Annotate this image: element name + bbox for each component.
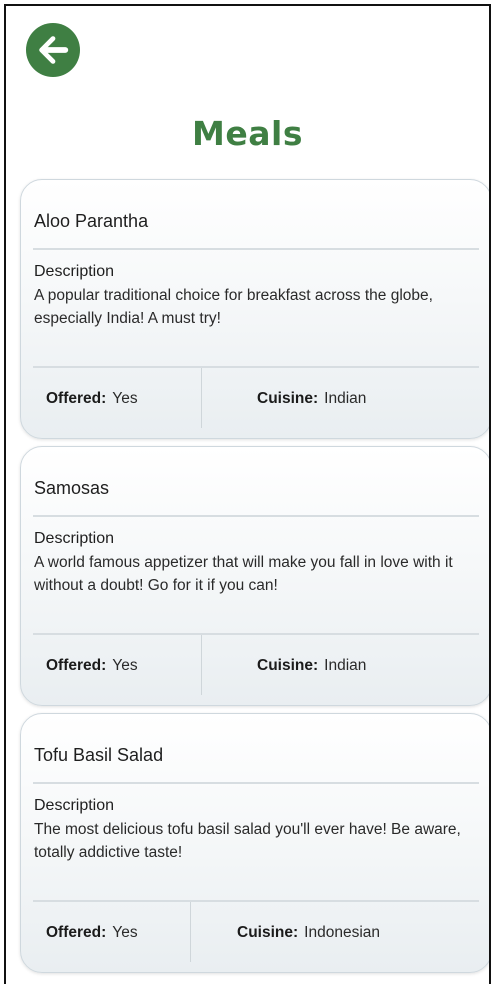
cuisine-label: Cuisine: <box>237 924 299 941</box>
description-text: A popular traditional choice for breakfa… <box>34 287 433 327</box>
footer-divider <box>190 902 191 962</box>
arrow-left-icon <box>39 36 69 64</box>
description-text: A world famous appetizer that will make … <box>34 554 453 594</box>
offered-value: Yes <box>112 924 138 941</box>
description-label: Description <box>34 530 115 547</box>
offered-info: Offered: Yes <box>46 390 138 408</box>
footer-divider <box>201 635 202 695</box>
offered-value: Yes <box>112 657 138 674</box>
meal-name: Tofu Basil Salad <box>34 745 164 765</box>
divider <box>33 515 479 517</box>
app-screen: Meals Aloo Parantha Description A popula… <box>4 4 491 984</box>
meal-name: Samosas <box>34 478 110 498</box>
page-title: Meals <box>192 114 303 153</box>
cuisine-info: Cuisine: Indonesian <box>237 924 380 942</box>
cuisine-label: Cuisine: <box>257 390 319 407</box>
divider <box>33 900 479 902</box>
cuisine-label: Cuisine: <box>257 657 319 674</box>
back-button[interactable] <box>26 23 80 77</box>
offered-info: Offered: Yes <box>46 924 138 942</box>
cuisine-value: Indian <box>324 390 367 407</box>
meal-card[interactable]: Samosas Description A world famous appet… <box>20 446 489 706</box>
cuisine-value: Indonesian <box>304 924 380 941</box>
description-label: Description <box>34 263 115 280</box>
offered-label: Offered: <box>46 657 107 674</box>
meal-card[interactable]: Aloo Parantha Description A popular trad… <box>20 179 489 439</box>
offered-info: Offered: Yes <box>46 657 138 675</box>
cuisine-info: Cuisine: Indian <box>257 657 366 675</box>
divider <box>33 782 479 784</box>
divider <box>33 248 479 250</box>
offered-label: Offered: <box>46 924 107 941</box>
offered-value: Yes <box>112 390 138 407</box>
divider <box>33 633 479 635</box>
divider <box>33 366 479 368</box>
cuisine-info: Cuisine: Indian <box>257 390 366 408</box>
offered-label: Offered: <box>46 390 107 407</box>
cuisine-value: Indian <box>324 657 367 674</box>
description-text: The most delicious tofu basil salad you'… <box>34 821 461 861</box>
footer-divider <box>201 368 202 428</box>
meal-card[interactable]: Tofu Basil Salad Description The most de… <box>20 713 489 973</box>
description-label: Description <box>34 797 115 814</box>
meal-name: Aloo Parantha <box>34 211 149 231</box>
